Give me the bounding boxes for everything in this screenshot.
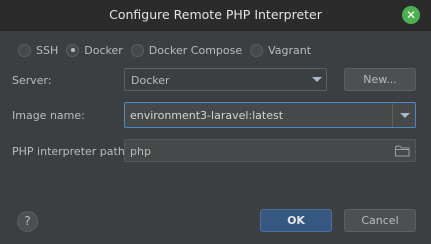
radio-button[interactable] <box>18 43 31 57</box>
connection-type-group: SSH Docker Docker Compose Vagrant <box>18 42 319 58</box>
interpreter-path-value[interactable]: php <box>130 145 151 158</box>
radio-docker[interactable]: Docker <box>66 43 123 57</box>
combobox-divider <box>392 103 393 127</box>
cancel-button[interactable]: Cancel <box>344 209 416 232</box>
image-name-label: Image name: <box>12 109 85 122</box>
radio-button[interactable] <box>130 43 144 57</box>
close-icon[interactable]: ✕ <box>402 6 420 24</box>
title-bar: Configure Remote PHP Interpreter ✕ <box>0 0 431 31</box>
radio-label-docker-compose: Docker Compose <box>148 43 243 57</box>
radio-docker-compose[interactable]: Docker Compose <box>130 43 243 57</box>
radio-label-docker: Docker <box>84 43 123 57</box>
dialog-title: Configure Remote PHP Interpreter <box>109 7 322 22</box>
image-name-combobox[interactable]: environment3-laravel:latest <box>124 102 416 128</box>
interpreter-path-label: PHP interpreter path: <box>12 145 129 158</box>
interpreter-path-field[interactable]: php <box>124 139 416 162</box>
radio-ssh[interactable]: SSH <box>18 43 59 57</box>
new-server-button[interactable]: New... <box>344 68 416 91</box>
ok-button[interactable]: OK <box>260 209 332 232</box>
server-dropdown-value: Docker <box>131 74 170 87</box>
radio-button[interactable] <box>250 43 264 57</box>
radio-vagrant[interactable]: Vagrant <box>250 43 312 57</box>
folder-icon[interactable] <box>395 145 410 157</box>
chevron-down-icon[interactable] <box>400 113 410 118</box>
radio-label-ssh: SSH <box>36 43 59 57</box>
image-name-input[interactable]: environment3-laravel:latest <box>130 109 283 122</box>
help-button[interactable]: ? <box>17 211 38 232</box>
server-label: Server: <box>12 74 52 87</box>
radio-button[interactable] <box>66 43 80 57</box>
radio-label-vagrant: Vagrant <box>268 43 312 57</box>
chevron-down-icon <box>312 77 322 82</box>
server-dropdown[interactable]: Docker <box>124 68 327 91</box>
